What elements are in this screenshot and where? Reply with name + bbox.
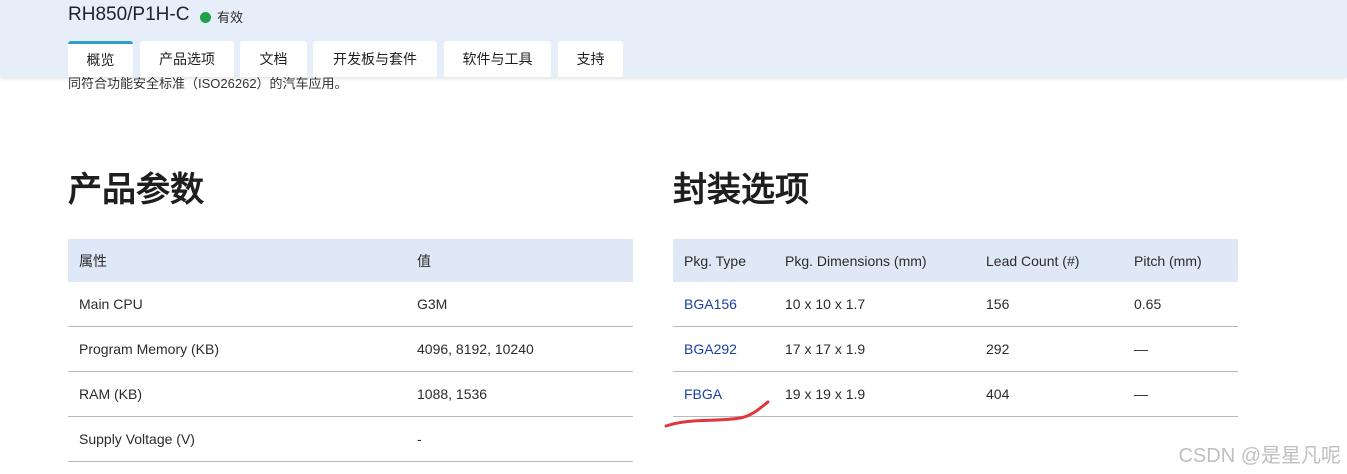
column-header: 属性 (68, 239, 406, 282)
dimensions-cell: 19 x 19 x 1.9 (774, 371, 975, 417)
product-title: RH850/P1H-C (68, 4, 190, 25)
dimensions-cell: 17 x 17 x 1.9 (774, 326, 975, 372)
package-link[interactable]: BGA156 (684, 296, 737, 312)
status-badge: 有效 (200, 7, 243, 26)
value-cell: G3M (406, 282, 633, 327)
status-dot-icon (200, 12, 211, 23)
table-header-row: 属性 值 (68, 239, 633, 282)
packages-table: Pkg. Type Pkg. Dimensions (mm) Lead Coun… (673, 239, 1238, 417)
tab-product-options[interactable]: 产品选项 (140, 41, 234, 77)
value-cell: 4096, 8192, 10240 (406, 326, 633, 372)
tab-overview[interactable]: 概览 (68, 41, 133, 77)
table-row: Program Memory (KB) 4096, 8192, 10240 (68, 326, 633, 372)
status-label: 有效 (217, 10, 244, 25)
watermark: CSDN @是星凡呢 (1178, 445, 1341, 467)
table-header-row: Pkg. Type Pkg. Dimensions (mm) Lead Coun… (673, 239, 1238, 282)
column-header: 值 (406, 239, 633, 282)
tab-documents[interactable]: 文档 (240, 41, 307, 77)
packages-title: 封装选项 (673, 171, 809, 209)
attribute-cell: Main CPU (68, 282, 406, 327)
column-header: Lead Count (#) (975, 239, 1123, 282)
table-row: RAM (KB) 1088, 1536 (68, 371, 633, 417)
params-table: 属性 值 Main CPU G3M Program Memory (KB) 40… (68, 239, 633, 462)
value-cell: 1088, 1536 (406, 371, 633, 417)
pitch-cell: 0.65 (1123, 282, 1238, 327)
column-header: Pkg. Dimensions (mm) (774, 239, 975, 282)
red-underline-annotation (664, 400, 770, 428)
pitch-cell: — (1123, 326, 1238, 372)
params-title: 产品参数 (68, 171, 204, 209)
attribute-cell: Program Memory (KB) (68, 326, 406, 372)
dimensions-cell: 10 x 10 x 1.7 (774, 282, 975, 327)
value-cell: - (406, 416, 633, 462)
lead-count-cell: 404 (975, 371, 1123, 417)
lead-count-cell: 292 (975, 326, 1123, 372)
table-row: BGA292 17 x 17 x 1.9 292 — (673, 326, 1238, 372)
lead-count-cell: 156 (975, 282, 1123, 327)
product-header: RH850/P1H-C 有效 概览 产品选项 文档 开发板与套件 软件与工具 支… (0, 0, 1347, 77)
package-link[interactable]: BGA292 (684, 341, 737, 357)
table-row: Main CPU G3M (68, 282, 633, 327)
column-header: Pitch (mm) (1123, 239, 1238, 282)
attribute-cell: Supply Voltage (V) (68, 416, 406, 462)
table-row: BGA156 10 x 10 x 1.7 156 0.65 (673, 282, 1238, 327)
tab-boards-kits[interactable]: 开发板与套件 (313, 41, 437, 77)
table-row: Supply Voltage (V) - (68, 416, 633, 462)
pitch-cell: — (1123, 371, 1238, 417)
attribute-cell: RAM (KB) (68, 371, 406, 417)
column-header: Pkg. Type (673, 239, 774, 282)
tab-software-tools[interactable]: 软件与工具 (444, 41, 551, 77)
tab-support[interactable]: 支持 (558, 41, 623, 77)
